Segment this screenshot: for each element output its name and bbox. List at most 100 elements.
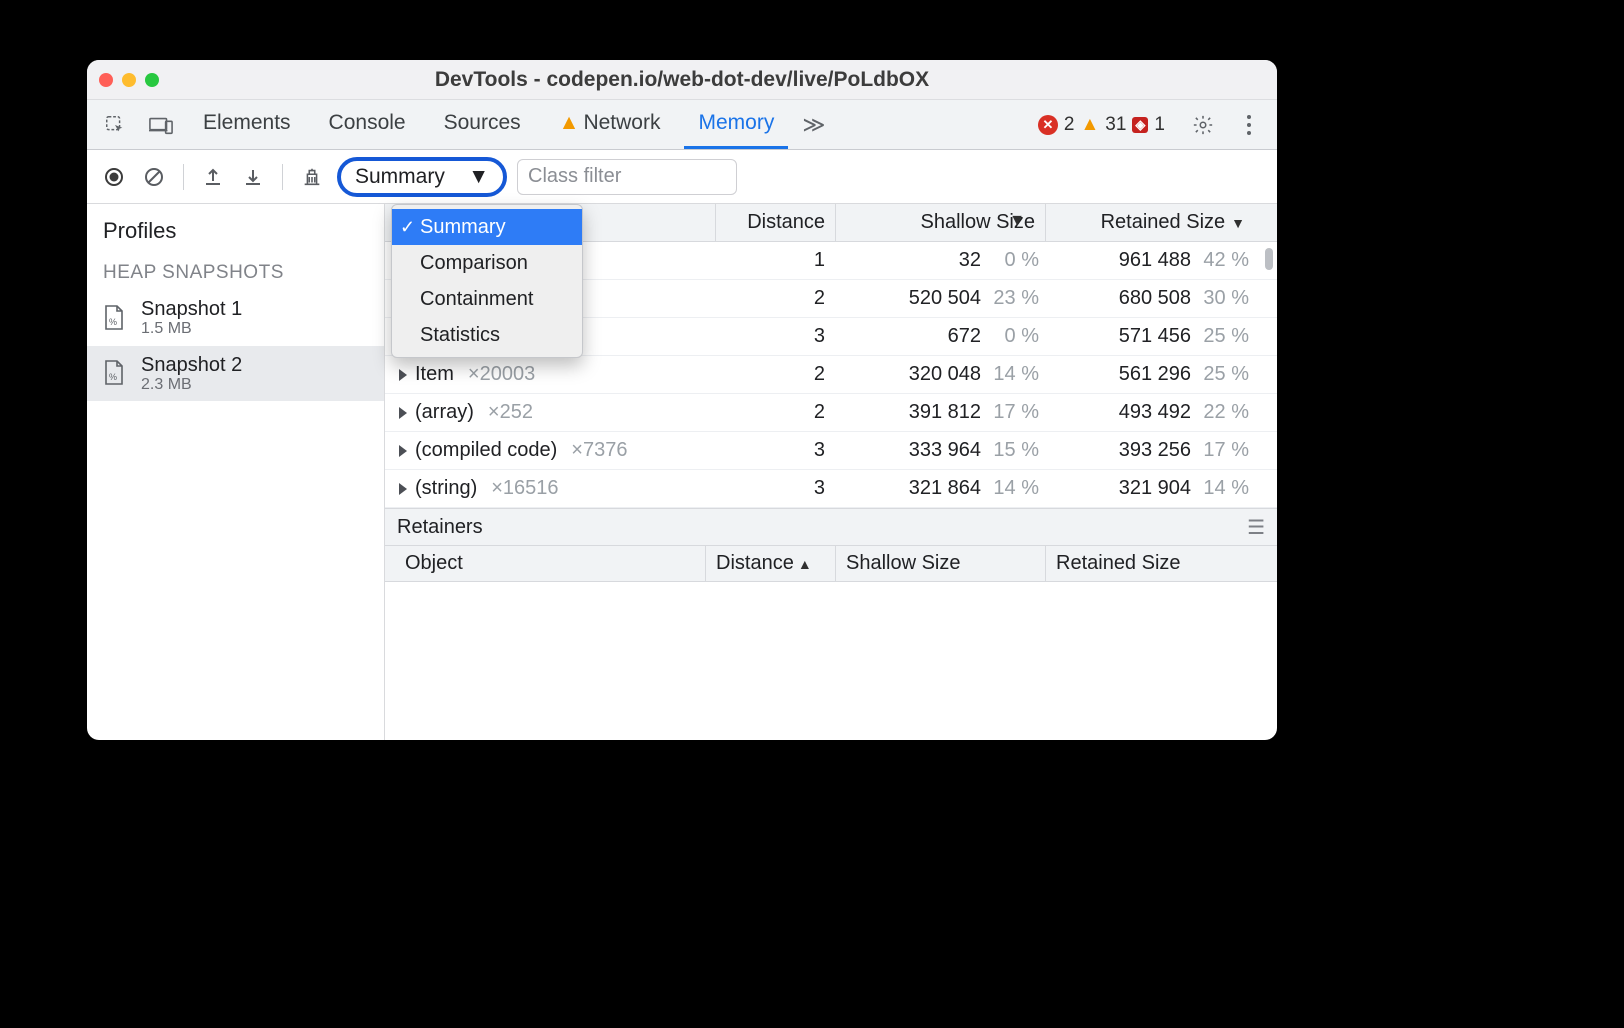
- table-row[interactable]: (compiled code) ×7376 3333 96415 %393 2561…: [385, 432, 1277, 470]
- separator: [183, 164, 184, 190]
- ret-col-shallow[interactable]: Shallow Size: [835, 546, 1045, 581]
- shallow-size-cell: 333 96415 %: [835, 439, 1045, 462]
- shallow-size-cell: 520 50423 %: [835, 287, 1045, 310]
- retainers-bar: Retainers ☰: [385, 508, 1277, 546]
- heap-snapshots-heading: HEAP SNAPSHOTS: [103, 262, 368, 284]
- instance-count: ×7376: [571, 439, 627, 462]
- retained-size-cell: 393 25617 %: [1045, 439, 1255, 462]
- profiles-heading: Profiles: [103, 218, 368, 244]
- breakpoint-count: 1: [1154, 114, 1165, 136]
- retained-size-cell: 680 50830 %: [1045, 287, 1255, 310]
- svg-text:%: %: [109, 372, 117, 382]
- retained-size-cell: 493 49222 %: [1045, 401, 1255, 424]
- distance-cell: 1: [715, 249, 835, 272]
- more-tabs-chevron-icon[interactable]: ≫: [798, 112, 829, 138]
- upload-icon[interactable]: [198, 162, 228, 192]
- minimize-icon[interactable]: [122, 73, 136, 87]
- ret-col-retained[interactable]: Retained Size: [1045, 546, 1255, 581]
- svg-text:%: %: [109, 317, 117, 327]
- error-badge-icon[interactable]: ✕: [1038, 115, 1058, 135]
- download-icon[interactable]: [238, 162, 268, 192]
- menu-item-comparison[interactable]: Comparison: [392, 245, 582, 281]
- distance-cell: 3: [715, 477, 835, 500]
- snapshot-name: Snapshot 2: [141, 354, 242, 376]
- hamburger-icon[interactable]: ☰: [1247, 515, 1265, 540]
- retained-size-cell: 571 45625 %: [1045, 325, 1255, 348]
- gear-icon[interactable]: [1185, 107, 1221, 143]
- disclosure-triangle-icon[interactable]: [399, 369, 407, 381]
- inspect-element-icon[interactable]: [97, 107, 133, 143]
- tabbar: Elements Console Sources ▲ Network Memor…: [87, 100, 1277, 150]
- tab-sources[interactable]: Sources: [430, 100, 535, 149]
- titlebar: DevTools - codepen.io/web-dot-dev/live/P…: [87, 60, 1277, 100]
- error-count: 2: [1064, 114, 1075, 136]
- column-picker-chevron-icon[interactable]: ▼: [1009, 212, 1025, 230]
- shallow-size-cell: 321 86414 %: [835, 477, 1045, 500]
- maximize-icon[interactable]: [145, 73, 159, 87]
- close-icon[interactable]: [99, 73, 113, 87]
- col-retained-size[interactable]: Retained Size ▼: [1045, 204, 1255, 241]
- breakpoint-badge-icon[interactable]: ◈: [1132, 117, 1148, 133]
- retained-size-cell: 321 90414 %: [1045, 477, 1255, 500]
- constructor-name: Item: [415, 363, 454, 386]
- retainers-title: Retainers: [397, 516, 483, 539]
- tab-network[interactable]: ▲ Network: [545, 100, 675, 149]
- snapshot-name: Snapshot 1: [141, 298, 242, 320]
- instance-count: ×16516: [491, 477, 558, 500]
- menu-item-containment[interactable]: Containment: [392, 281, 582, 317]
- garbage-collect-icon[interactable]: [297, 162, 327, 192]
- class-filter-input[interactable]: [517, 159, 737, 195]
- tab-elements[interactable]: Elements: [189, 100, 305, 149]
- snapshot-file-icon: %: [103, 305, 129, 331]
- devtools-window: DevTools - codepen.io/web-dot-dev/live/P…: [87, 60, 1277, 740]
- snapshot-item[interactable]: % Snapshot 2 2.3 MB: [87, 346, 384, 402]
- record-icon[interactable]: [99, 162, 129, 192]
- disclosure-triangle-icon[interactable]: [399, 483, 407, 495]
- device-toolbar-icon[interactable]: [143, 107, 179, 143]
- constructor-name: (array): [415, 401, 474, 424]
- view-mode-label: Summary: [355, 165, 445, 189]
- snapshot-item[interactable]: % Snapshot 1 1.5 MB: [87, 290, 384, 346]
- clear-icon[interactable]: [139, 162, 169, 192]
- retained-size-cell: 561 29625 %: [1045, 363, 1255, 386]
- distance-cell: 3: [715, 325, 835, 348]
- snapshot-size: 2.3 MB: [141, 376, 242, 394]
- tab-memory[interactable]: Memory: [684, 100, 788, 149]
- distance-cell: 2: [715, 287, 835, 310]
- sort-desc-icon: ▼: [1231, 215, 1245, 231]
- shallow-size-cell: 391 81217 %: [835, 401, 1045, 424]
- distance-cell: 2: [715, 401, 835, 424]
- warning-triangle-icon: ▲: [559, 111, 580, 135]
- retained-size-cell: 961 48842 %: [1045, 249, 1255, 272]
- window-controls: [99, 73, 159, 87]
- tab-console[interactable]: Console: [315, 100, 420, 149]
- window-title: DevTools - codepen.io/web-dot-dev/live/P…: [87, 68, 1277, 92]
- ret-col-object[interactable]: Object: [395, 546, 705, 581]
- profiles-sidebar: Profiles HEAP SNAPSHOTS % Snapshot 1 1.5…: [87, 204, 385, 740]
- shallow-size-cell: 6720 %: [835, 325, 1045, 348]
- disclosure-triangle-icon[interactable]: [399, 445, 407, 457]
- instance-count: ×252: [488, 401, 533, 424]
- table-row[interactable]: (array) ×252 2391 81217 %493 49222 %: [385, 394, 1277, 432]
- memory-toolbar: Summary ▼ Summary Comparison Containment…: [87, 150, 1277, 204]
- kebab-menu-icon[interactable]: [1231, 107, 1267, 143]
- constructor-name: (compiled code): [415, 439, 557, 462]
- shallow-size-cell: 320 %: [835, 249, 1045, 272]
- shallow-size-cell: 320 04814 %: [835, 363, 1045, 386]
- warning-badge-icon[interactable]: ▲: [1080, 114, 1099, 136]
- separator: [282, 164, 283, 190]
- table-row[interactable]: Item×200032320 04814 %561 29625 %: [385, 356, 1277, 394]
- col-distance[interactable]: Distance: [715, 204, 835, 241]
- view-mode-dropdown[interactable]: Summary ▼: [337, 157, 507, 197]
- constructor-name: (string): [415, 477, 477, 500]
- retainers-header: Object Distance ▲ Shallow Size Retained …: [385, 546, 1277, 582]
- ret-col-distance[interactable]: Distance ▲: [705, 546, 835, 581]
- snapshot-file-icon: %: [103, 360, 129, 386]
- disclosure-triangle-icon[interactable]: [399, 407, 407, 419]
- distance-cell: 3: [715, 439, 835, 462]
- scrollbar-thumb[interactable]: [1265, 248, 1273, 270]
- menu-item-statistics[interactable]: Statistics: [392, 317, 582, 353]
- table-row[interactable]: (string) ×16516 3321 86414 %321 90414 %: [385, 470, 1277, 508]
- menu-item-summary[interactable]: Summary: [392, 209, 582, 245]
- panel-body: Profiles HEAP SNAPSHOTS % Snapshot 1 1.5…: [87, 204, 1277, 740]
